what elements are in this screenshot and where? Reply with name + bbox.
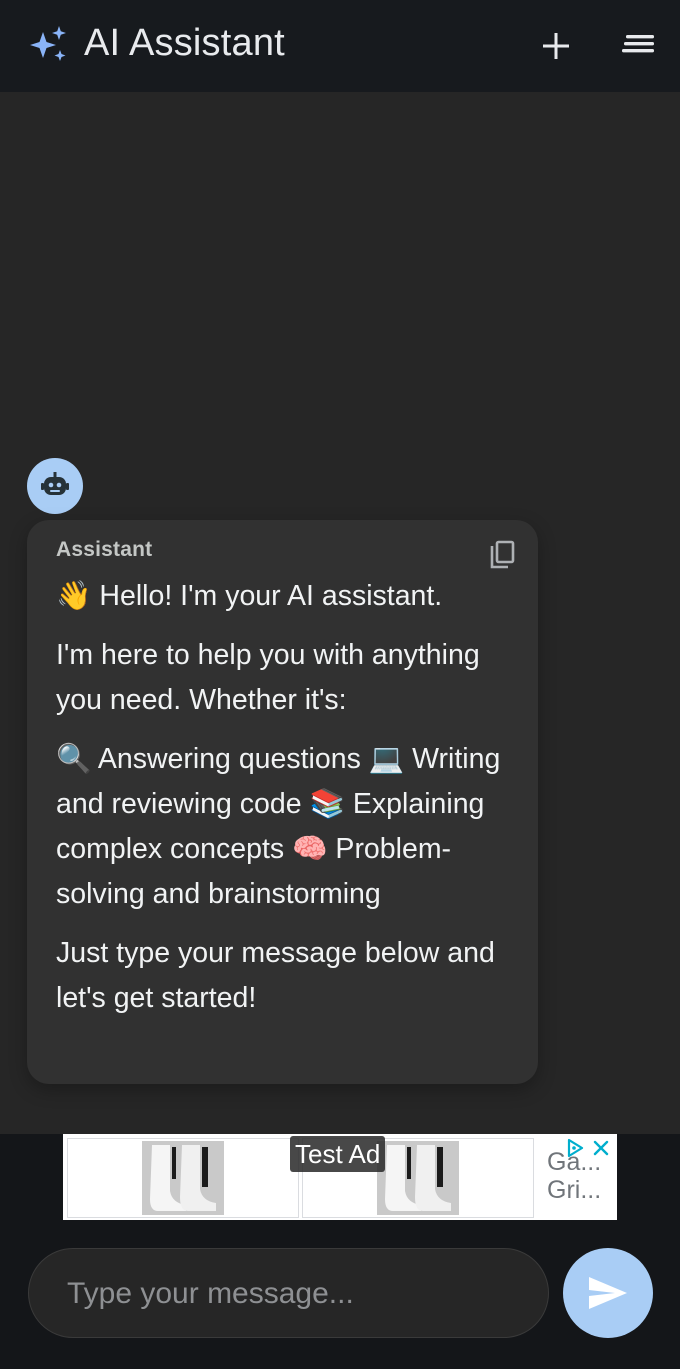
ad-banner[interactable]: Test Ad Ga... Gri... <box>63 1134 617 1220</box>
message-text: 👋 Hello! I'm your AI assistant. I'm here… <box>56 574 516 1035</box>
robot-icon <box>41 472 69 495</box>
message-sender: Assistant <box>56 538 153 561</box>
message-paragraph: I'm here to help you with anything you n… <box>56 639 480 716</box>
assistant-message-bubble: Assistant 👋 Hello! I'm your AI assistant… <box>27 520 538 1084</box>
message-paragraph: Just type your message below and let's g… <box>56 937 495 1014</box>
ad-strip: Test Ad Ga... Gri... <box>0 1134 680 1235</box>
plus-icon[interactable] <box>536 26 576 66</box>
message-input-container[interactable] <box>28 1248 549 1339</box>
app-root: AI Assistant Assistant 👋 Hello! I'm your… <box>0 0 680 1369</box>
top-app-bar: AI Assistant <box>0 0 680 92</box>
ad-product-card[interactable] <box>67 1138 299 1218</box>
app-title: AI Assistant <box>84 22 285 64</box>
adchoices-icon[interactable] <box>565 1138 585 1158</box>
ad-label: Test Ad <box>290 1136 386 1172</box>
close-icon[interactable] <box>591 1138 611 1158</box>
product-image <box>377 1141 459 1215</box>
send-button[interactable] <box>563 1248 653 1338</box>
message-paragraph: 👋 Hello! I'm your AI assistant. <box>56 580 443 612</box>
assistant-avatar <box>27 458 83 514</box>
sparkle-icon <box>28 24 70 64</box>
message-paragraph: 🔍 Answering questions 💻 Writing and revi… <box>56 743 501 910</box>
menu-icon[interactable] <box>618 26 660 66</box>
product-image <box>142 1141 224 1215</box>
message-input[interactable] <box>65 1249 529 1339</box>
copy-icon[interactable] <box>489 540 517 572</box>
send-icon <box>589 1277 627 1309</box>
chat-area[interactable]: Assistant 👋 Hello! I'm your AI assistant… <box>0 92 680 1134</box>
